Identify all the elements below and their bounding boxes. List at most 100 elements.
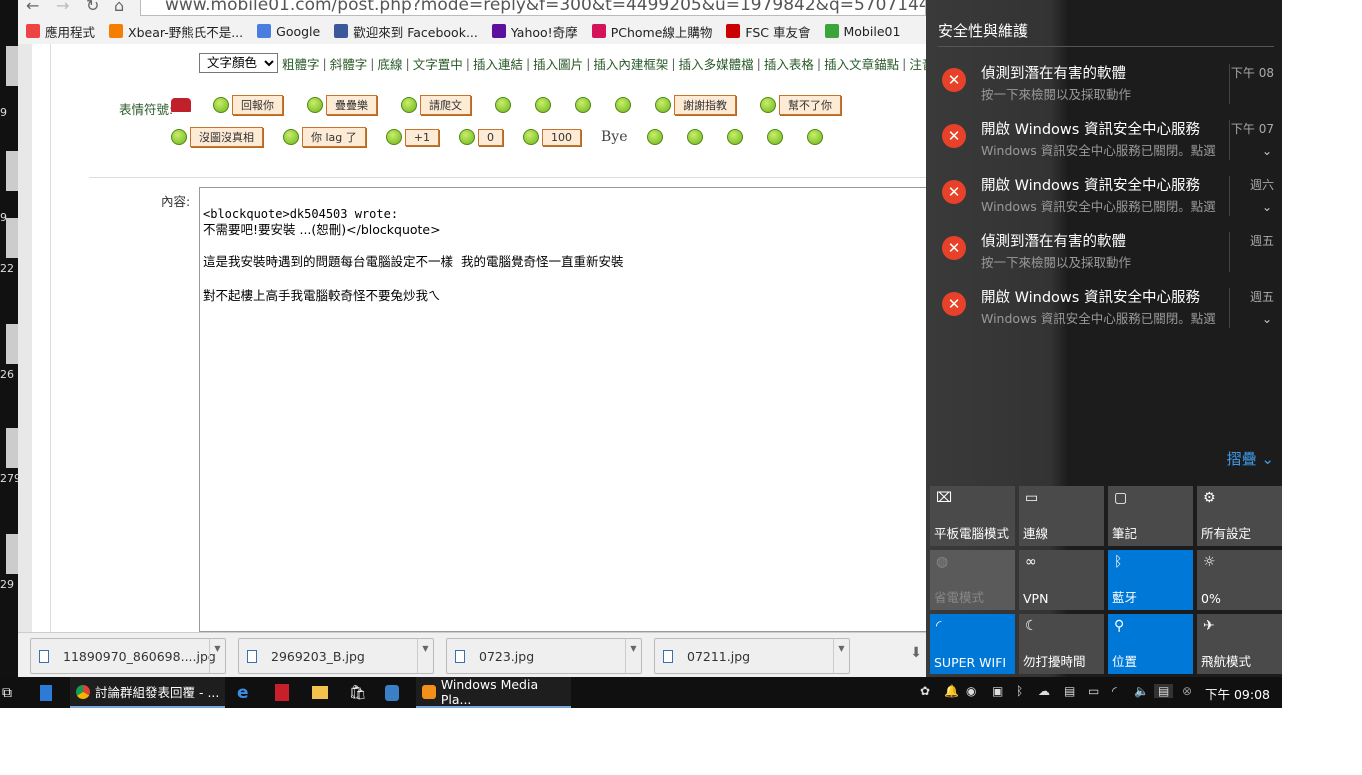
notification-item[interactable]: ✕ 偵測到潛在有害的軟體 按一下來檢閱以及採取動作 下午 08 <box>926 60 1282 116</box>
sofa-emoticon-icon[interactable] <box>171 98 191 112</box>
toolbar-link[interactable]: 插入多媒體檔 <box>679 54 754 73</box>
address-bar[interactable]: www.mobile01.com/post.php?mode=reply&f=3… <box>140 0 926 16</box>
emoticon[interactable]: 幫不了你 <box>760 95 841 115</box>
download-item[interactable]: 2969203_B.jpg ▼ <box>238 638 434 674</box>
emoticon[interactable]: 100 <box>523 128 581 146</box>
content-textarea[interactable]: <blockquote>dk504503 wrote: 不需要吧!要安裝 ...(… <box>199 187 926 632</box>
toolbar-link[interactable]: 文字置中 <box>413 54 463 73</box>
quick-action-tablet-mode[interactable]: ⌧ 平板電腦模式 <box>930 486 1015 546</box>
desktop-icon-label[interactable]: 26 <box>0 368 14 381</box>
toolbar-link[interactable]: 插入文章錨點 <box>824 54 899 73</box>
close-circle-icon[interactable]: ⊗ <box>1182 684 1192 698</box>
onedrive-icon[interactable]: ☁ <box>1038 684 1050 698</box>
desktop-icon-label[interactable]: 9 <box>0 106 7 119</box>
store-button[interactable]: 🛍 <box>349 677 367 708</box>
bookmark-item[interactable]: Xbear-野熊氏不是... <box>109 22 243 41</box>
quick-action-wifi[interactable]: ◜ SUPER WIFI <box>930 614 1015 674</box>
desktop-icon[interactable] <box>6 46 18 86</box>
chevron-down-icon[interactable]: ⌄ <box>1262 312 1272 326</box>
home-icon[interactable]: ⌂ <box>114 0 124 15</box>
camera-button[interactable] <box>385 677 399 708</box>
smiley-icon[interactable] <box>495 97 511 113</box>
quick-action-note[interactable]: ▢ 筆記 <box>1108 486 1193 546</box>
display-icon[interactable]: ▣ <box>992 684 1003 698</box>
download-item[interactable]: 0723.jpg ▼ <box>446 638 642 674</box>
smiley-icon[interactable] <box>807 129 824 145</box>
desktop-icon-label[interactable]: 22 <box>0 262 14 275</box>
emoticon[interactable]: 沒圖沒真相 <box>171 127 263 147</box>
bookmark-item[interactable]: 歡迎來到 Facebook... <box>334 22 478 41</box>
bookmark-item[interactable]: 應用程式 <box>26 22 95 41</box>
taskbar-app-chrome[interactable]: 討論群組發表回覆 - ... <box>70 677 225 708</box>
notification-item[interactable]: ✕ 開啟 Windows 資訊安全中心服務 Windows 資訊安全中心服務已關閉。… <box>926 116 1282 172</box>
bookmark-item[interactable]: Mobile01 <box>824 24 900 39</box>
quick-action-brightness[interactable]: ☼ 0% <box>1197 550 1282 610</box>
reload-icon[interactable]: ↻ <box>86 0 99 15</box>
quick-action-connect[interactable]: ▭ 連線 <box>1019 486 1104 546</box>
emoticon[interactable]: 回報你 <box>213 95 283 115</box>
toolbar-link[interactable]: 斜體字 <box>330 54 368 73</box>
emoticon[interactable]: +1 <box>385 128 439 146</box>
desktop-icon[interactable] <box>6 151 18 191</box>
dropdown-arrow-icon[interactable]: ▼ <box>833 639 849 673</box>
smiley-icon[interactable] <box>647 129 664 145</box>
smiley-icon[interactable] <box>727 129 744 145</box>
forward-icon[interactable]: → <box>56 0 69 15</box>
bookmark-item[interactable]: PChome線上購物 <box>591 22 712 41</box>
desktop-icon-label[interactable]: 29 <box>0 578 14 591</box>
bookmark-item[interactable]: Yahoo!奇摩 <box>491 22 578 41</box>
network-app-icon[interactable]: ▤ <box>1064 684 1075 698</box>
chrome-tray-icon[interactable]: ◉ <box>966 684 976 698</box>
downloads-arrow-icon[interactable]: ⬇ <box>910 645 922 661</box>
quick-action-bluetooth[interactable]: ᛒ 藍牙 <box>1108 550 1193 610</box>
edge-button[interactable]: e <box>237 677 249 708</box>
toolbar-link[interactable]: 插入表格 <box>764 54 814 73</box>
desktop-icon[interactable] <box>6 428 18 468</box>
smiley-icon[interactable] <box>615 97 631 113</box>
bookmark-item[interactable]: FSC 車友會 <box>726 22 811 41</box>
chevron-down-icon[interactable]: ⌄ <box>1262 144 1272 158</box>
bookmark-item[interactable]: Google <box>257 24 320 39</box>
emoticon[interactable]: 你 lag 了 <box>283 127 366 147</box>
quick-action-moon[interactable]: ☾ 勿打擾時間 <box>1019 614 1104 674</box>
text-color-select[interactable]: 文字顏色 <box>199 53 278 73</box>
wifi-tray-icon[interactable]: ◜ <box>1112 684 1117 698</box>
smiley-icon[interactable] <box>687 129 704 145</box>
dropdown-arrow-icon[interactable]: ▼ <box>209 639 225 673</box>
download-item[interactable]: 07211.jpg ▼ <box>654 638 850 674</box>
emoticon[interactable]: 0 <box>459 128 503 146</box>
app-button[interactable] <box>275 677 289 708</box>
dropdown-arrow-icon[interactable]: ▼ <box>417 639 433 673</box>
desktop-icon[interactable] <box>6 218 18 258</box>
battery-icon[interactable]: ▭ <box>1088 684 1099 698</box>
emoticon[interactable]: Bye <box>601 129 628 145</box>
notification-item[interactable]: ✕ 偵測到潛在有害的軟體 按一下來檢閱以及採取動作 週五 <box>926 228 1282 284</box>
file-explorer-button[interactable] <box>312 677 328 708</box>
emoticon[interactable]: 疊疊樂 <box>307 95 377 115</box>
tray-app-icon[interactable]: ✿ <box>920 684 930 698</box>
desktop-icon[interactable] <box>6 534 18 574</box>
quick-action-battery-saver[interactable]: ◍ 省電模式 <box>930 550 1015 610</box>
desktop-icon[interactable] <box>6 324 18 364</box>
quick-action-gear[interactable]: ⚙ 所有設定 <box>1197 486 1282 546</box>
quick-action-vpn[interactable]: ∞ VPN <box>1019 550 1104 610</box>
toolbar-link[interactable]: 插入連結 <box>473 54 523 73</box>
bell-icon[interactable]: 🔔 <box>944 684 959 698</box>
toolbar-link[interactable]: 插入圖片 <box>533 54 583 73</box>
download-item[interactable]: 11890970_860698....jpg ▼ <box>30 638 226 674</box>
emoticon[interactable]: 謝謝指教 <box>655 95 736 115</box>
task-view-button[interactable]: ⧉ <box>2 677 12 708</box>
quick-action-airplane[interactable]: ✈ 飛航模式 <box>1197 614 1282 674</box>
chevron-down-icon[interactable]: ⌄ <box>1262 200 1272 214</box>
calculator-button[interactable] <box>40 677 52 708</box>
dropdown-arrow-icon[interactable]: ▼ <box>625 639 641 673</box>
back-icon[interactable]: ← <box>26 0 39 15</box>
toolbar-link[interactable]: 底線 <box>377 54 402 73</box>
notification-item[interactable]: ✕ 開啟 Windows 資訊安全中心服務 Windows 資訊安全中心服務已關閉。… <box>926 172 1282 228</box>
action-center-icon[interactable]: ▤ <box>1154 684 1174 698</box>
emoticon[interactable]: 請爬文 <box>401 95 471 115</box>
volume-icon[interactable]: 🔈 <box>1134 684 1149 698</box>
toolbar-link[interactable]: 插入內建框架 <box>593 54 668 73</box>
taskbar-app-media-player[interactable]: Windows Media Pla... <box>416 677 571 708</box>
notification-item[interactable]: ✕ 開啟 Windows 資訊安全中心服務 Windows 資訊安全中心服務已關閉。… <box>926 284 1282 340</box>
